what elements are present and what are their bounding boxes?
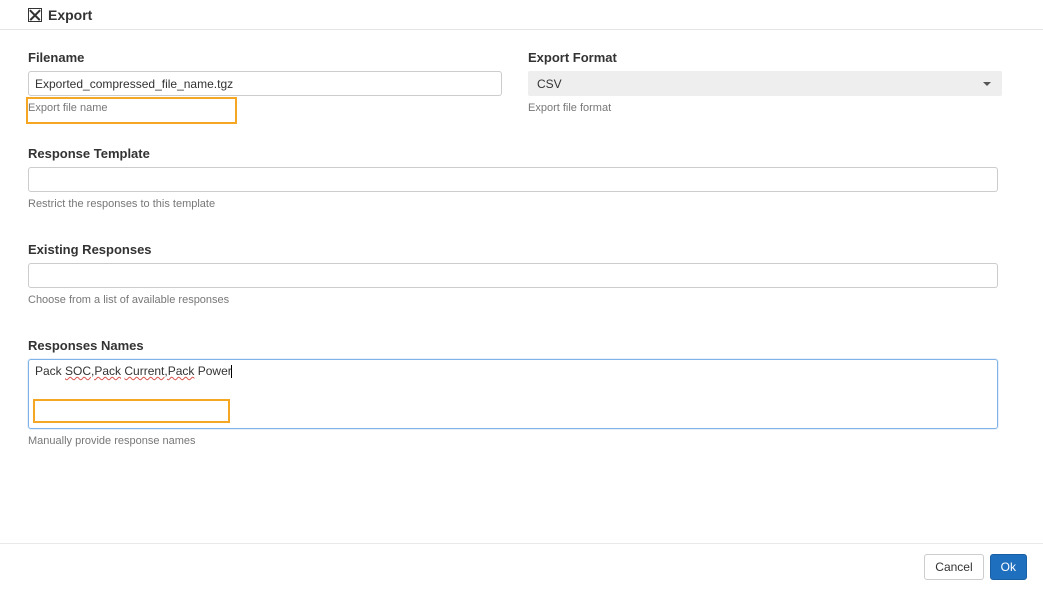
filename-input[interactable] [28,71,502,96]
export-format-value: CSV [537,77,562,91]
export-format-select[interactable]: CSV [528,71,1002,96]
filename-label: Filename [28,50,502,65]
chevron-down-icon [983,82,991,86]
responses-names-label: Responses Names [28,338,1015,353]
response-template-helper: Restrict the responses to this template [28,198,1015,210]
existing-responses-input[interactable] [28,263,998,288]
dialog-title: Export [48,7,92,23]
export-format-label: Export Format [528,50,1002,65]
responses-names-textarea[interactable]: Pack SOC,Pack Current,Pack Power [28,359,998,429]
responses-names-helper: Manually provide response names [28,435,1015,447]
dialog-footer: Cancel Ok [0,543,1043,590]
export-format-helper: Export file format [528,102,1002,114]
text-caret [231,365,232,378]
response-template-label: Response Template [28,146,1015,161]
existing-responses-helper: Choose from a list of available response… [28,294,1015,306]
response-template-input[interactable] [28,167,998,192]
cancel-button[interactable]: Cancel [924,554,983,580]
existing-responses-label: Existing Responses [28,242,1015,257]
filename-helper: Export file name [28,102,502,114]
ok-button[interactable]: Ok [990,554,1027,580]
export-icon [28,8,42,22]
dialog-header: Export [0,0,1043,30]
